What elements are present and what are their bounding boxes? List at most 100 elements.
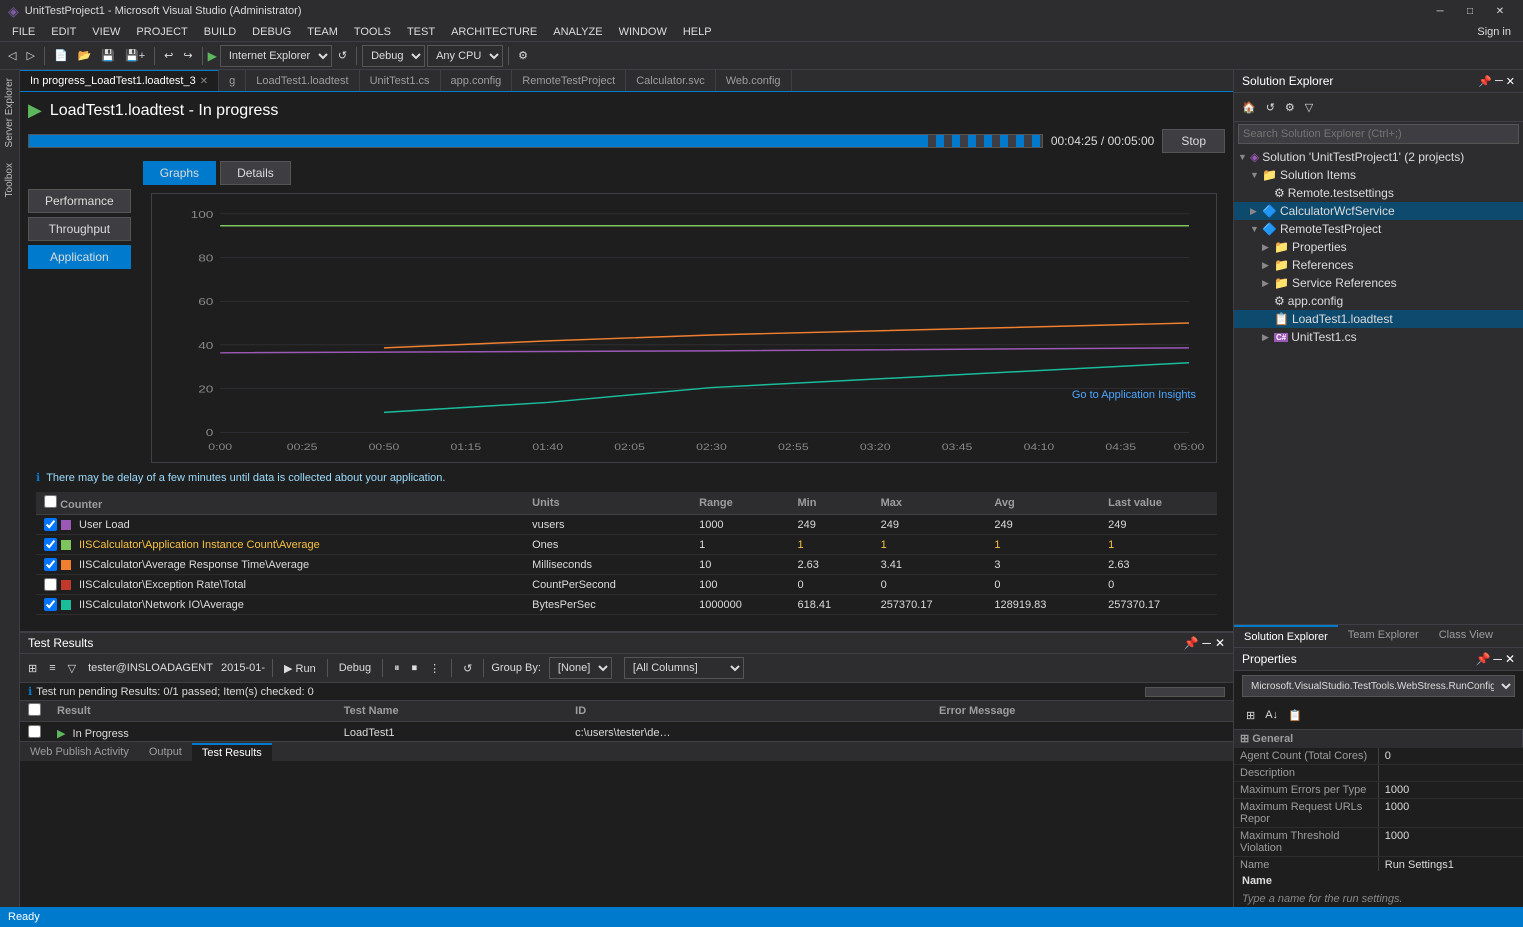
se-tab-team-explorer[interactable]: Team Explorer bbox=[1338, 625, 1429, 647]
tr-refresh-btn[interactable]: ↺ bbox=[459, 656, 476, 680]
se-tab-class-view[interactable]: Class View bbox=[1429, 625, 1503, 647]
debug-dropdown[interactable]: Debug bbox=[362, 45, 425, 67]
tab-unittest1[interactable]: UnitTest1.cs bbox=[360, 70, 441, 91]
se-tab-solution-explorer[interactable]: Solution Explorer bbox=[1234, 625, 1338, 647]
redo-btn[interactable]: ↪ bbox=[179, 44, 196, 68]
tree-item[interactable]: 📋 LoadTest1.loadtest bbox=[1234, 310, 1523, 328]
menu-window[interactable]: WINDOW bbox=[611, 22, 675, 42]
tree-item[interactable]: ▼ 🔷 RemoteTestProject bbox=[1234, 220, 1523, 238]
props-object-selector[interactable]: Microsoft.VisualStudio.TestTools.WebStre… bbox=[1242, 675, 1515, 697]
performance-btn[interactable]: Performance bbox=[28, 189, 131, 213]
run-btn[interactable]: ▶ Internet Explorer bbox=[208, 45, 332, 67]
tr-pause-btn[interactable]: ⏸ bbox=[390, 656, 404, 680]
se-close-btn[interactable]: ✕ bbox=[1506, 75, 1515, 88]
se-home-btn[interactable]: 🏠 bbox=[1238, 95, 1260, 119]
tree-item[interactable]: ⚙ Remote.testsettings bbox=[1234, 184, 1523, 202]
save-btn[interactable]: 💾 bbox=[97, 44, 119, 68]
props-pin-btn[interactable]: 📌 bbox=[1475, 652, 1490, 666]
menu-file[interactable]: FILE bbox=[4, 22, 43, 42]
tree-item[interactable]: ▶ 📁 References bbox=[1234, 256, 1523, 274]
tr-stop2-btn[interactable]: ⏹ bbox=[408, 656, 422, 680]
se-filter-btn[interactable]: ▽ bbox=[1301, 95, 1317, 119]
tr-run-btn[interactable]: ▶ Run bbox=[280, 656, 320, 680]
web-publish-tab[interactable]: Web Publish Activity bbox=[20, 744, 139, 760]
new-project-btn[interactable]: 📄 bbox=[50, 44, 72, 68]
props-min-btn[interactable]: ─ bbox=[1493, 652, 1502, 666]
test-results-window-controls[interactable]: 📌 ─ ✕ bbox=[1183, 636, 1225, 650]
minimize-btn[interactable]: ─ bbox=[1425, 0, 1455, 22]
counter-checkbox-1[interactable] bbox=[44, 538, 57, 551]
counter-checkbox-4[interactable] bbox=[44, 598, 57, 611]
extra-toolbar-btn[interactable]: ⚙ bbox=[514, 44, 532, 68]
sign-in-link[interactable]: Sign in bbox=[1477, 26, 1519, 38]
counter-checkbox-3[interactable] bbox=[44, 578, 57, 591]
tab-calculatorsvc[interactable]: Calculator.svc bbox=[626, 70, 715, 91]
stop-button[interactable]: Stop bbox=[1162, 129, 1225, 153]
table-row[interactable]: ▶ In Progress LoadTest1 c:\users\tester\… bbox=[20, 722, 1233, 742]
menu-analyze[interactable]: ANALYZE bbox=[545, 22, 610, 42]
se-min-btn[interactable]: ─ bbox=[1495, 75, 1503, 88]
output-tab[interactable]: Output bbox=[139, 744, 192, 760]
menu-project[interactable]: PROJECT bbox=[128, 22, 195, 42]
tab-loadtest-inprogress[interactable]: In progress_LoadTest1.loadtest_3 ✕ bbox=[20, 70, 219, 91]
tr-grid-btn[interactable]: ⊞ bbox=[24, 656, 41, 680]
solution-search-input[interactable] bbox=[1238, 124, 1519, 144]
se-settings-btn[interactable]: ⚙ bbox=[1281, 95, 1299, 119]
props-close-btn[interactable]: ✕ bbox=[1505, 652, 1515, 666]
menu-tools[interactable]: TOOLS bbox=[346, 22, 399, 42]
menu-team[interactable]: TEAM bbox=[299, 22, 346, 42]
tr-select-all[interactable] bbox=[28, 703, 41, 716]
tr-list-btn[interactable]: ≡ bbox=[45, 656, 59, 680]
se-refresh-btn[interactable]: ↺ bbox=[1262, 95, 1279, 119]
filter-select[interactable]: [All Columns] bbox=[624, 657, 744, 679]
refresh-btn[interactable]: ↺ bbox=[334, 44, 351, 68]
tab-webconfig[interactable]: Web.config bbox=[716, 70, 792, 91]
tr-close-btn[interactable]: ✕ bbox=[1215, 636, 1225, 650]
insights-link[interactable]: Go to Application Insights bbox=[1072, 389, 1196, 401]
select-all-checkbox[interactable] bbox=[44, 495, 57, 508]
tree-item[interactable]: ⚙ app.config bbox=[1234, 292, 1523, 310]
window-controls[interactable]: ─ □ ✕ bbox=[1425, 0, 1515, 22]
tr-pin-btn[interactable]: 📌 bbox=[1183, 636, 1198, 650]
tree-item[interactable]: ▶ 📁 Service References bbox=[1234, 274, 1523, 292]
tree-item[interactable]: ▶ 🔷 CalculatorWcfService bbox=[1234, 202, 1523, 220]
tr-debug-btn[interactable]: Debug bbox=[335, 656, 375, 680]
details-tab[interactable]: Details bbox=[220, 161, 291, 185]
tr-filter-btn[interactable]: ▽ bbox=[64, 656, 80, 680]
forward-btn[interactable]: ▷ bbox=[22, 44, 38, 68]
close-btn[interactable]: ✕ bbox=[1485, 0, 1515, 22]
menu-architecture[interactable]: ARCHITECTURE bbox=[443, 22, 545, 42]
props-cat-btn[interactable]: ⊞ bbox=[1242, 703, 1259, 727]
counter-checkbox-2[interactable] bbox=[44, 558, 57, 571]
se-pin-btn[interactable]: 📌 bbox=[1478, 75, 1492, 88]
menu-edit[interactable]: EDIT bbox=[43, 22, 84, 42]
tr-row-check[interactable] bbox=[28, 725, 41, 738]
browser-dropdown[interactable]: Internet Explorer bbox=[220, 45, 332, 67]
save-all-btn[interactable]: 💾+ bbox=[121, 44, 149, 68]
props-pages-btn[interactable]: 📋 bbox=[1284, 703, 1306, 727]
menu-build[interactable]: BUILD bbox=[196, 22, 244, 42]
test-results-tab[interactable]: Test Results bbox=[192, 743, 272, 761]
tree-item[interactable]: ▶ 📁 Properties bbox=[1234, 238, 1523, 256]
menu-debug[interactable]: DEBUG bbox=[244, 22, 299, 42]
props-window-controls[interactable]: 📌 ─ ✕ bbox=[1475, 652, 1515, 666]
se-window-controls[interactable]: 📌 ─ ✕ bbox=[1478, 75, 1515, 88]
server-explorer-tab[interactable]: Server Explorer bbox=[2, 70, 17, 155]
tree-item[interactable]: ▶ C# UnitTest1.cs bbox=[1234, 328, 1523, 346]
back-btn[interactable]: ◁ bbox=[4, 44, 20, 68]
close-tab-0[interactable]: ✕ bbox=[200, 76, 208, 87]
menu-help[interactable]: HELP bbox=[675, 22, 720, 42]
menu-view[interactable]: VIEW bbox=[84, 22, 128, 42]
tab-loadtest1[interactable]: LoadTest1.loadtest bbox=[246, 70, 359, 91]
open-btn[interactable]: 📂 bbox=[74, 44, 96, 68]
undo-btn[interactable]: ↩ bbox=[160, 44, 177, 68]
tree-item[interactable]: ▼ 📁 Solution Items bbox=[1234, 166, 1523, 184]
tr-min-btn[interactable]: ─ bbox=[1202, 636, 1211, 650]
application-btn[interactable]: Application bbox=[28, 245, 131, 269]
tab-g[interactable]: g bbox=[219, 70, 246, 91]
tree-item[interactable]: ▼ ◈ Solution 'UnitTestProject1' (2 proje… bbox=[1234, 148, 1523, 166]
menu-test[interactable]: TEST bbox=[399, 22, 443, 42]
props-alpha-btn[interactable]: A↓ bbox=[1261, 703, 1282, 727]
tr-more-btn[interactable]: ⋮ bbox=[425, 656, 444, 680]
tab-appconfig[interactable]: app.config bbox=[441, 70, 513, 91]
